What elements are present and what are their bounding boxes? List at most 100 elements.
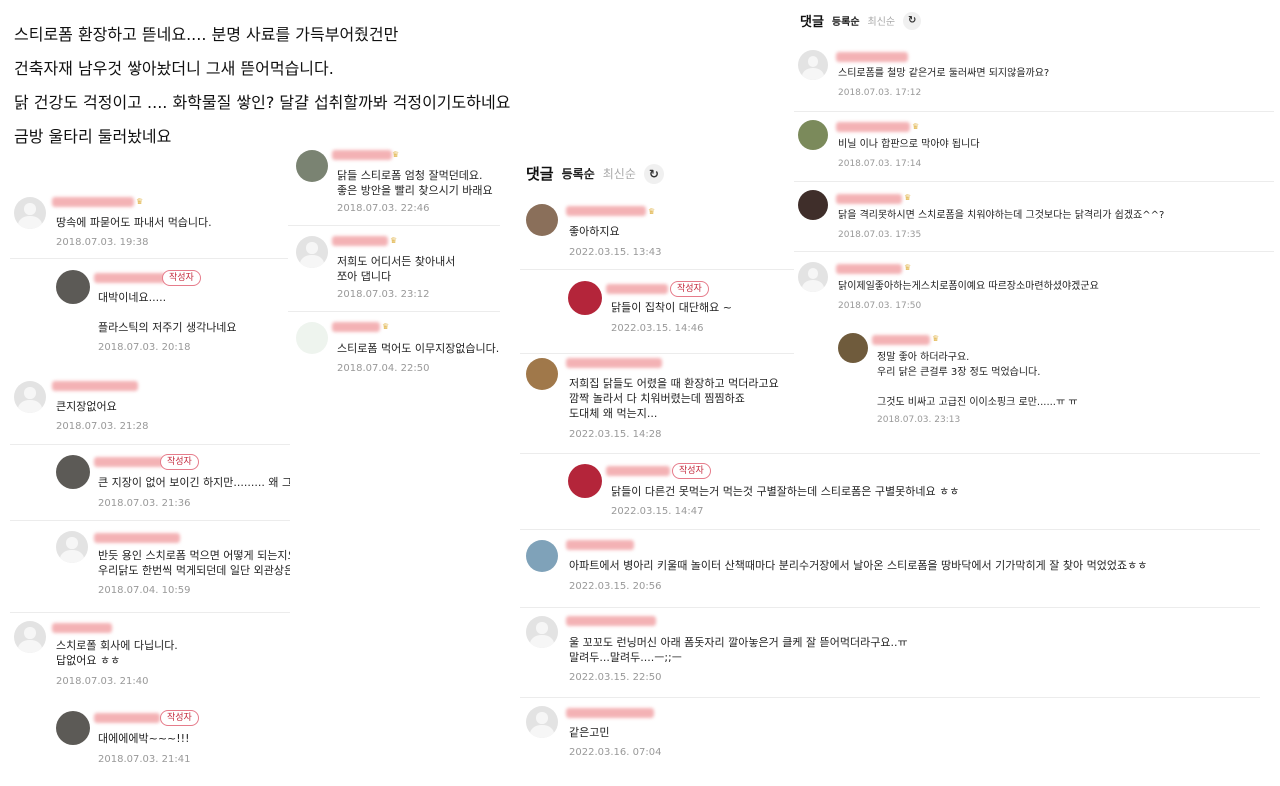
nickname-redacted [52, 197, 134, 207]
comment-panel-mid: ♛ 닭들 스티로폼 엄청 잘먹던데요. 좋은 방안을 빨리 찾으시기 바래요 2… [288, 140, 500, 398]
avatar[interactable] [296, 236, 328, 268]
refresh-icon[interactable]: ↻ [643, 163, 664, 184]
comment-body: 같은고민 [569, 726, 610, 739]
comment-date: 2018.07.03. 21:36 [98, 498, 191, 509]
nickname-redacted [566, 206, 646, 216]
comment-date: 2018.07.03. 17:50 [838, 301, 922, 311]
avatar[interactable] [526, 358, 558, 390]
nickname-redacted [332, 322, 380, 332]
comment-panel-right: 댓글 등록순 최신순 ↻ 스티로폼를 철망 같은거로 둘러싸면 되지않을까요? … [794, 0, 1274, 438]
author-badge: 작성자 [160, 454, 199, 470]
comment-date: 2022.03.15. 22:50 [569, 672, 662, 683]
comment-date: 2022.03.15. 14:28 [569, 429, 662, 440]
crown-icon: ♛ [136, 197, 144, 206]
comment: ♛ 닭을 격리못하시면 스치로폼을 치워야하는데 그것보다는 닭격리가 쉽겠죠^… [794, 182, 1274, 252]
comment-body: 비닐 이나 합판으로 막아야 됩니다 [838, 139, 980, 150]
comment-date: 2018.07.03. 17:35 [838, 230, 922, 240]
comment-date: 2018.07.03. 23:13 [877, 415, 961, 425]
sort-by-latest[interactable]: 최신순 [868, 13, 896, 28]
avatar[interactable] [14, 381, 46, 413]
nickname-redacted [606, 284, 668, 294]
comment-header: 댓글 등록순 최신순 ↻ [526, 163, 664, 184]
comment-date: 2018.07.03. 19:38 [56, 237, 149, 248]
comment-panel-left: ♛ 땅속에 파묻어도 파내서 먹습니다. 2018.07.03. 19:38 작… [10, 183, 290, 773]
reply: 반듯 용인 스치로폼 먹으면 어떻게 되는지요? 우리닭도 한번씩 먹게되던데 … [10, 521, 290, 613]
nickname-redacted [566, 708, 654, 718]
avatar[interactable] [56, 455, 90, 489]
nickname-redacted [566, 616, 656, 626]
avatar[interactable] [798, 190, 828, 220]
comment-body: 땅속에 파묻어도 파내서 먹습니다. [56, 216, 212, 229]
avatar[interactable] [526, 204, 558, 236]
comment: ♛ 땅속에 파묻어도 파내서 먹습니다. 2018.07.03. 19:38 [10, 183, 290, 259]
comment: ♛ 저희도 어디서든 찾아내서 쪼아 댑니다 2018.07.03. 23:12 [288, 226, 500, 312]
author-badge: 작성자 [160, 710, 199, 726]
comment-body: 스치로폴 회사에 다닙니다. 답없어요 ㅎㅎ [56, 639, 178, 667]
reply: 작성자 대에에에박~~~!!! 2018.07.03. 21:41 [10, 699, 290, 773]
comment-body: 좋아하지요 [569, 225, 620, 238]
comment-body: 닭을 격리못하시면 스치로폼을 치워야하는데 그것보다는 닭격리가 쉽겠죠^^? [838, 210, 1165, 221]
nickname-redacted [836, 122, 910, 132]
reply: 작성자 대박이네요..... 플라스틱의 저주기 생각나네요 2018.07.0… [10, 259, 290, 369]
avatar[interactable] [296, 150, 328, 182]
avatar[interactable] [526, 616, 558, 648]
nickname-redacted [566, 540, 634, 550]
avatar[interactable] [798, 262, 828, 292]
comment-body: 큰 지장이 없어 보이긴 하지만......... 왜 그런줄 혹시 아시나요?… [98, 476, 290, 489]
nickname-redacted [836, 264, 902, 274]
nickname-redacted [872, 335, 930, 345]
comment-body: 닭들 스티로폼 엄청 잘먹던데요. 좋은 방안을 빨리 찾으시기 바래요 [337, 169, 493, 197]
avatar[interactable] [296, 322, 328, 354]
crown-icon: ♛ [912, 122, 920, 131]
avatar[interactable] [568, 464, 602, 498]
sort-by-latest[interactable]: 최신순 [603, 165, 636, 182]
comment-body: 아파트에서 병아리 키울때 놀이터 산책때마다 분리수거장에서 날아온 스티로폼… [569, 559, 1148, 572]
nickname-redacted [94, 713, 160, 723]
crown-icon: ♛ [390, 236, 398, 245]
comment: 큰지장없어요 2018.07.03. 21:28 [10, 369, 290, 445]
comment-body: 큰지장없어요 [56, 400, 117, 413]
avatar[interactable] [14, 621, 46, 653]
avatar[interactable] [56, 531, 88, 563]
post-line: 닭 건강도 걱정이고 .... 화학물질 쌓인? 달걀 섭취할까봐 걱정이기도하… [14, 93, 511, 112]
avatar[interactable] [798, 120, 828, 150]
comment-date: 2022.03.15. 14:46 [611, 323, 704, 334]
reply: 작성자 닭들이 다른건 못먹는거 먹는것 구별잘하는데 스티로폼은 구별못하네요… [520, 454, 1260, 530]
comment: ♛ 비닐 이나 합판으로 막아야 됩니다 2018.07.03. 17:14 [794, 112, 1274, 182]
comment-body: 닭들이 집착이 대단해요 ~ [611, 301, 732, 314]
crown-icon: ♛ [932, 334, 940, 343]
crown-icon: ♛ [382, 322, 390, 331]
nickname-redacted [332, 236, 388, 246]
avatar[interactable] [526, 540, 558, 572]
comment: ♛ 닭들 스티로폼 엄청 잘먹던데요. 좋은 방안을 빨리 찾으시기 바래요 2… [288, 140, 500, 226]
nickname-redacted [836, 194, 902, 204]
avatar[interactable] [568, 281, 602, 315]
avatar[interactable] [838, 333, 868, 363]
post-line: 스티로폼 환장하고 뜯네요.... 분명 사료를 가득부어줬건만 [14, 25, 399, 44]
nickname-redacted [94, 273, 166, 283]
avatar[interactable] [56, 711, 90, 745]
avatar[interactable] [14, 197, 46, 229]
comment-body: 대에에에박~~~!!! [98, 732, 190, 745]
comment-body: 닭이제일좋아하는게스치로폼이예요 따르장소마련하셨야겠군요 [838, 281, 1099, 292]
sort-by-registered[interactable]: 등록순 [832, 13, 860, 28]
comment-body: 울 꼬꼬도 런닝머신 아래 폼돗자리 깔아놓은거 클케 잘 뜯어먹더라구요..ㅠ… [569, 636, 908, 664]
comment-date: 2018.07.04. 22:50 [337, 363, 430, 374]
comment-date: 2022.03.15. 20:56 [569, 581, 662, 592]
avatar[interactable] [56, 270, 90, 304]
comment-body: 닭들이 다른건 못먹는거 먹는것 구별잘하는데 스티로폼은 구별못하네요 ㅎㅎ [611, 485, 960, 498]
nickname-redacted [606, 466, 670, 476]
comment-date: 2018.07.03. 23:12 [337, 289, 430, 300]
nickname-redacted [52, 623, 112, 633]
sort-by-registered[interactable]: 등록순 [562, 165, 595, 182]
refresh-icon[interactable]: ↻ [903, 11, 922, 30]
author-badge: 작성자 [162, 270, 201, 286]
avatar[interactable] [526, 706, 558, 738]
comment-date: 2022.03.15. 14:47 [611, 506, 704, 517]
crown-icon: ♛ [648, 207, 656, 216]
author-badge: 작성자 [670, 281, 709, 297]
comment-body: 반듯 용인 스치로폼 먹으면 어떻게 되는지요? 우리닭도 한번씩 먹게되던데 … [98, 549, 290, 577]
crown-icon: ♛ [392, 150, 400, 159]
comment-body: 스티로폼 먹어도 이무지장없습니다. [337, 342, 500, 355]
avatar[interactable] [798, 50, 828, 80]
